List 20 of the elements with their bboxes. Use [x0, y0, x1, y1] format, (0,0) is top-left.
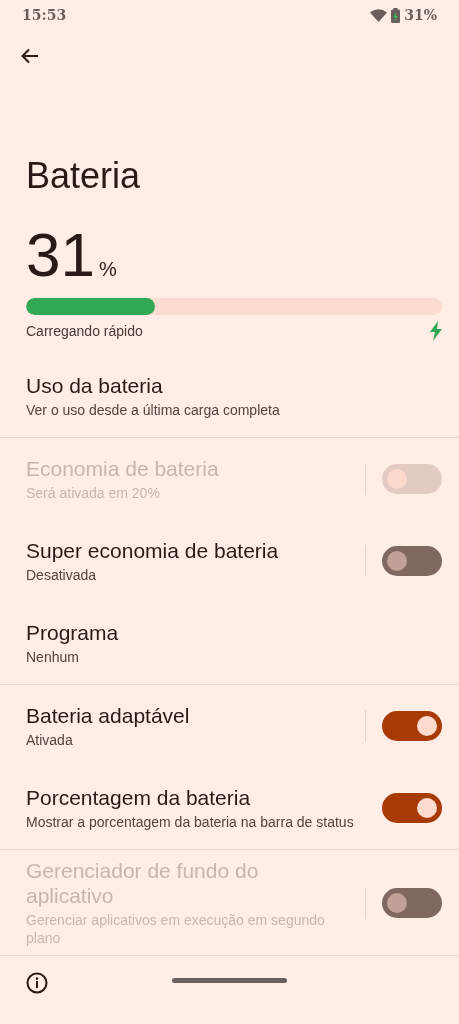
setting-title: Bateria adaptável — [26, 703, 191, 728]
setting-subtitle: Será ativada em 20% — [26, 484, 161, 502]
battery-percent: 31% — [404, 7, 437, 23]
clock: 15:53 — [22, 7, 67, 23]
setting-title: Gerenciador de fundo do aplicativo — [26, 858, 260, 908]
setting-title: Economia de bateria — [26, 456, 220, 481]
setting-subtitle: Ver o uso desde a última carga completa — [26, 401, 281, 419]
page-title: Bateria — [26, 154, 142, 198]
setting-subtitle: Ativada — [26, 731, 74, 749]
setting-subtitle: Desativada — [26, 566, 98, 584]
setting-subtitle: Mostrar a porcentagem da bateria na barra de status — [26, 813, 355, 831]
percent-unit: % — [98, 258, 117, 281]
setting-title: Programa — [26, 620, 120, 645]
setting-title: Porcentagem da bateria — [26, 785, 252, 810]
charging-status: Carregando rápido — [26, 323, 143, 339]
setting-subtitle: Nenhum — [26, 648, 80, 666]
battery-level-number: 31 — [26, 222, 95, 288]
setting-subtitle: Gerenciar aplicativos em execução em segundo plano — [26, 911, 326, 947]
setting-title: Super economia de bateria — [26, 538, 280, 563]
setting-title: Uso da bateria — [26, 373, 164, 398]
